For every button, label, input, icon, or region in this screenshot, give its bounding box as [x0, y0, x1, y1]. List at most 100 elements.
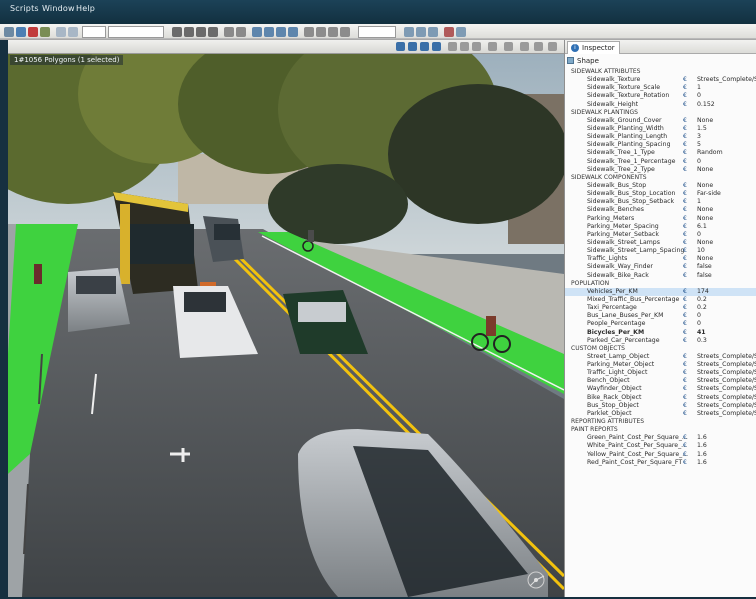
attribute-row[interactable]: Sidewalk_Bike_Rack € false — [565, 272, 756, 280]
camera-icon[interactable] — [396, 42, 405, 51]
attribute-row[interactable]: Sidewalk_Tree_2_Type € None — [565, 166, 756, 174]
close-icon[interactable] — [548, 42, 557, 51]
attribute-value[interactable]: Streets_Complete/S — [697, 377, 756, 385]
rule-connection-icon[interactable]: € — [683, 231, 691, 239]
attribute-row[interactable]: Sidewalk_Street_Lamp_Spacing €10 — [565, 247, 756, 255]
open-icon[interactable] — [16, 27, 26, 37]
move-tool-icon[interactable] — [184, 27, 194, 37]
attribute-value[interactable]: 5 — [697, 141, 756, 149]
rule-connection-icon[interactable]: € — [683, 361, 691, 369]
attribute-value[interactable]: 0.3 — [697, 337, 756, 345]
attribute-value[interactable]: Streets_Complete/S — [697, 353, 756, 361]
rotate-tool-icon[interactable] — [196, 27, 206, 37]
toolbar-combo[interactable] — [82, 26, 106, 38]
attribute-row[interactable]: Parking_Meter_Object € Streets_Complete/S — [565, 361, 756, 369]
save-icon[interactable] — [40, 27, 50, 37]
attribute-value[interactable]: Far-side — [697, 190, 756, 198]
attribute-value[interactable]: 1.6 — [697, 434, 756, 442]
attribute-value[interactable]: 0 — [697, 92, 756, 100]
attribute-row[interactable]: Parklet_Object € Streets_Complete/S — [565, 410, 756, 418]
bus[interactable] — [113, 192, 198, 294]
attribute-value[interactable]: 0.2 — [697, 304, 756, 312]
rule-connection-icon[interactable]: € — [683, 166, 691, 174]
attribute-row[interactable]: Red_Paint_Cost_Per_Square_FT €1.6 — [565, 459, 756, 467]
rule-connection-icon[interactable]: € — [683, 451, 691, 459]
street-tool-icon[interactable] — [236, 27, 246, 37]
rule-connection-icon[interactable]: € — [683, 158, 691, 166]
stop-icon[interactable] — [444, 27, 454, 37]
attribute-row[interactable]: Taxi_Percentage €0.2 — [565, 304, 756, 312]
rule-connection-icon[interactable]: € — [683, 198, 691, 206]
rule-connection-icon[interactable]: € — [683, 312, 691, 320]
attribute-row[interactable]: Green_Paint_Cost_Per_Square_... €1.6 — [565, 434, 756, 442]
cyclist[interactable] — [34, 264, 42, 284]
gear-icon[interactable] — [488, 42, 497, 51]
attribute-value[interactable]: None — [697, 215, 756, 223]
maximize-icon[interactable] — [534, 42, 543, 51]
attribute-value[interactable]: 1 — [697, 84, 756, 92]
attribute-row[interactable]: Yellow_Paint_Cost_Per_Square_... €1.6 — [565, 451, 756, 459]
attribute-value[interactable]: Streets_Complete/S — [697, 394, 756, 402]
attribute-row[interactable]: Sidewalk_Street_Lamps € None — [565, 239, 756, 247]
attribute-row[interactable]: Sidewalk_Way_Finder € false — [565, 263, 756, 271]
attribute-row[interactable]: Street_Lamp_Object € Streets_Complete/S — [565, 353, 756, 361]
attribute-value[interactable]: Streets_Complete/S — [697, 369, 756, 377]
menu-scripts[interactable]: Scripts — [10, 4, 39, 13]
settings-icon[interactable] — [456, 27, 466, 37]
grid-icon[interactable] — [304, 27, 314, 37]
attribute-value[interactable]: 0 — [697, 312, 756, 320]
grid-options-icon[interactable] — [472, 42, 481, 51]
rule-connection-icon[interactable]: € — [683, 133, 691, 141]
attribute-row[interactable]: Sidewalk_Bus_Stop € None — [565, 182, 756, 190]
attribute-row[interactable]: Parking_Meter_Setback €0 — [565, 231, 756, 239]
toolbar-dropdown[interactable] — [358, 26, 396, 38]
attribute-row[interactable]: Sidewalk_Tree_1_Percentage €0 — [565, 158, 756, 166]
minimize-icon[interactable] — [520, 42, 529, 51]
attribute-row[interactable]: Bench_Object € Streets_Complete/S — [565, 377, 756, 385]
attribute-row[interactable]: Sidewalk_Planting_Width €1.5 — [565, 125, 756, 133]
rule-connection-icon[interactable]: € — [683, 442, 691, 450]
rule-connection-icon[interactable]: € — [683, 304, 691, 312]
attribute-row[interactable]: Sidewalk_Tree_1_Type € Random — [565, 149, 756, 157]
attribute-row[interactable]: Parked_Car_Percentage €0.3 — [565, 337, 756, 345]
attribute-value[interactable]: None — [697, 206, 756, 214]
bookmark-icon[interactable] — [408, 42, 417, 51]
view-front-icon[interactable] — [252, 27, 262, 37]
attribute-value[interactable]: Streets_Complete/S — [697, 76, 756, 84]
attribute-row[interactable]: Bus_Stop_Object € Streets_Complete/S — [565, 402, 756, 410]
rule-connection-icon[interactable]: € — [683, 410, 691, 418]
measure-icon[interactable] — [340, 27, 350, 37]
attribute-value[interactable]: 1.5 — [697, 125, 756, 133]
generate-icon[interactable] — [404, 27, 414, 37]
attribute-value[interactable]: 3 — [697, 133, 756, 141]
attribute-value[interactable]: None — [697, 239, 756, 247]
attribute-row[interactable]: Sidewalk_Planting_Spacing €5 — [565, 141, 756, 149]
attribute-group-header[interactable]: Sidewalk Attributes — [565, 68, 756, 76]
layers-icon[interactable] — [448, 42, 457, 51]
rule-connection-icon[interactable]: € — [683, 377, 691, 385]
rule-connection-icon[interactable]: € — [683, 149, 691, 157]
lighting-icon[interactable] — [420, 42, 429, 51]
attribute-value[interactable]: None — [697, 182, 756, 190]
rules-icon[interactable] — [416, 27, 426, 37]
attribute-value[interactable]: 0 — [697, 320, 756, 328]
attribute-row[interactable]: Mixed_Traffic_Bus_Percentage €0.2 — [565, 296, 756, 304]
menu-window[interactable]: Window — [42, 4, 75, 13]
attribute-group-header[interactable]: Paint Reports — [565, 426, 756, 434]
redo-icon[interactable] — [68, 27, 78, 37]
rule-connection-icon[interactable]: € — [683, 92, 691, 100]
scale-tool-icon[interactable] — [208, 27, 218, 37]
attribute-row[interactable]: Parking_Meter_Spacing €6.1 — [565, 223, 756, 231]
rule-connection-icon[interactable]: € — [683, 337, 691, 345]
attribute-row[interactable]: Bus_Lane_Buses_Per_KM €0 — [565, 312, 756, 320]
attribute-value[interactable]: Streets_Complete/S — [697, 402, 756, 410]
attribute-group-header[interactable]: POPULATION — [565, 280, 756, 288]
rule-connection-icon[interactable]: € — [683, 255, 691, 263]
rule-connection-icon[interactable]: € — [683, 385, 691, 393]
select-tool-icon[interactable] — [172, 27, 182, 37]
attribute-value[interactable]: 1.6 — [697, 442, 756, 450]
rule-connection-icon[interactable]: € — [683, 459, 691, 467]
attribute-value[interactable]: Streets_Complete/S — [697, 410, 756, 418]
attribute-value[interactable]: 174 — [697, 288, 756, 296]
attribute-row[interactable]: White_Paint_Cost_Per_Square_... €1.6 — [565, 442, 756, 450]
